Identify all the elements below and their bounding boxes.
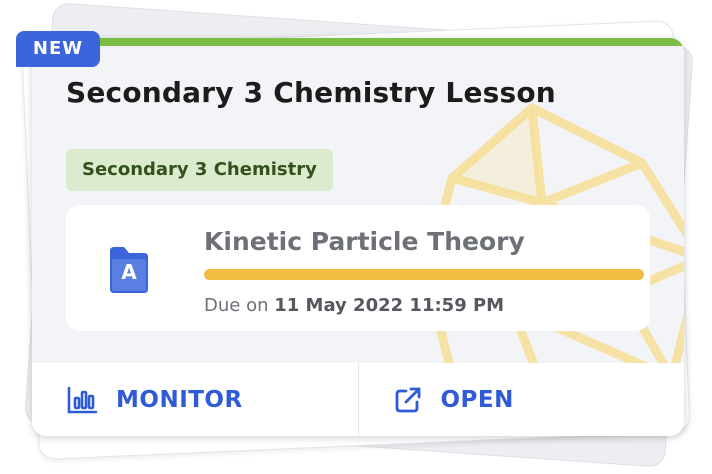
progress-bar <box>204 269 644 280</box>
external-link-icon <box>395 387 420 412</box>
monitor-button[interactable]: MONITOR <box>32 363 358 436</box>
monitor-button-label: MONITOR <box>116 386 243 413</box>
new-badge: NEW <box>16 31 100 67</box>
assignment-title: Kinetic Particle Theory <box>204 227 525 256</box>
folder-letter: A <box>121 260 137 284</box>
card-title: Secondary 3 Chemistry Lesson <box>66 76 556 109</box>
card-accent-bar <box>32 38 684 46</box>
due-date: 11 May 2022 11:59 PM <box>274 295 505 316</box>
lesson-card[interactable]: Secondary 3 Chemistry Lesson Secondary 3… <box>32 38 684 436</box>
subject-tag: Secondary 3 Chemistry <box>66 149 333 191</box>
open-button[interactable]: OPEN <box>357 363 685 436</box>
due-prefix: Due on <box>204 295 269 316</box>
open-button-label: OPEN <box>440 386 514 413</box>
due-date-text: Due on 11 May 2022 11:59 PM <box>204 295 504 316</box>
assignment-item[interactable]: A Kinetic Particle Theory Due on 11 May … <box>66 205 650 331</box>
progress-bar-fill <box>204 269 644 280</box>
bar-chart-icon <box>67 386 98 413</box>
card-actions: MONITOR OPEN <box>32 363 684 436</box>
